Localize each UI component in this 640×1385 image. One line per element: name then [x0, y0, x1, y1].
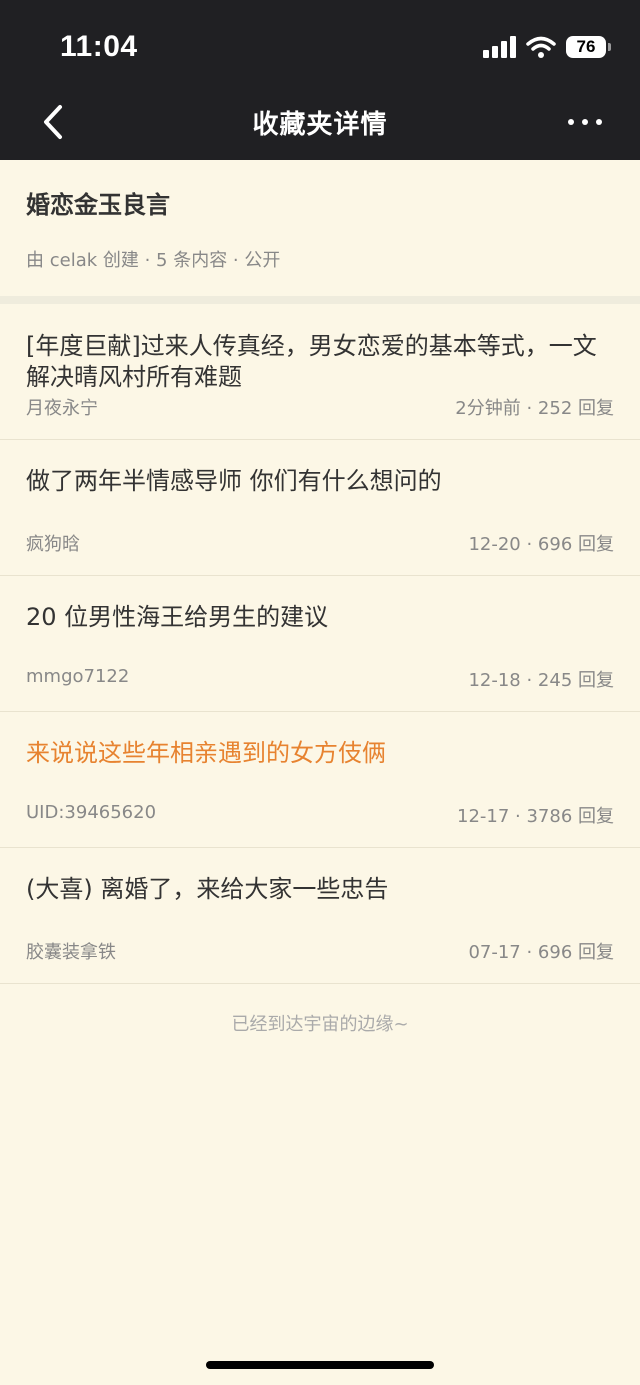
folder-name: 婚恋金玉良言 [26, 191, 170, 219]
post-author[interactable]: 胶囊装拿铁 [26, 938, 116, 964]
more-dots-icon [568, 119, 574, 125]
battery-icon: 76 [566, 36, 611, 58]
post-item[interactable]: 20 位男性海王给男生的建议 mmgo7122 12-18 · 245 回复 [0, 576, 640, 712]
post-item[interactable]: (大喜) 离婚了，来给大家一些忠告 胶囊装拿铁 07-17 · 696 回复 [0, 848, 640, 984]
folder-header: 婚恋金玉良言 由 celak 创建 · 5 条内容 · 公开 [0, 160, 640, 296]
top-bar: 11:04 76 收藏夹详情 [0, 0, 640, 160]
post-stats: 12-20 · 696 回复 [468, 534, 614, 555]
post-title[interactable]: (大喜) 离婚了，来给大家一些忠告 [26, 874, 616, 905]
post-stats: 12-18 · 245 回复 [468, 670, 614, 691]
page-title: 收藏夹详情 [252, 110, 388, 140]
post-stats: 2分钟前 · 252 回复 [455, 398, 614, 419]
post-item[interactable]: 做了两年半情感导师 你们有什么想问的 疯狗晗 12-20 · 696 回复 [0, 440, 640, 576]
status-time: 11:04 [60, 30, 138, 63]
more-button[interactable] [568, 110, 602, 134]
end-of-list-text: 已经到达宇宙的边缘~ [231, 1014, 409, 1035]
section-divider [0, 296, 640, 304]
post-author[interactable]: UID:39465620 [26, 802, 156, 823]
post-author[interactable]: mmgo7122 [26, 666, 129, 687]
post-title[interactable]: 做了两年半情感导师 你们有什么想问的 [26, 466, 616, 497]
post-stats: 12-17 · 3786 回复 [457, 806, 614, 827]
wifi-icon [526, 36, 556, 58]
status-icons: 76 [483, 36, 611, 58]
home-indicator[interactable] [206, 1361, 434, 1369]
post-title[interactable]: 20 位男性海王给男生的建议 [26, 602, 616, 633]
post-author[interactable]: 疯狗晗 [26, 530, 80, 556]
post-stats: 07-17 · 696 回复 [468, 942, 614, 963]
post-item[interactable]: 来说说这些年相亲遇到的女方伎俩 UID:39465620 12-17 · 378… [0, 712, 640, 848]
post-title[interactable]: 来说说这些年相亲遇到的女方伎俩 [26, 738, 616, 769]
post-title[interactable]: [年度巨献]过来人传真经，男女恋爱的基本等式，一文解决晴风村所有难题 [26, 331, 616, 393]
post-item[interactable]: [年度巨献]过来人传真经，男女恋爱的基本等式，一文解决晴风村所有难题 月夜永宁 … [0, 304, 640, 440]
folder-meta: 由 celak 创建 · 5 条内容 · 公开 [26, 250, 281, 271]
post-author[interactable]: 月夜永宁 [26, 394, 98, 420]
cellular-signal-icon [483, 36, 516, 58]
